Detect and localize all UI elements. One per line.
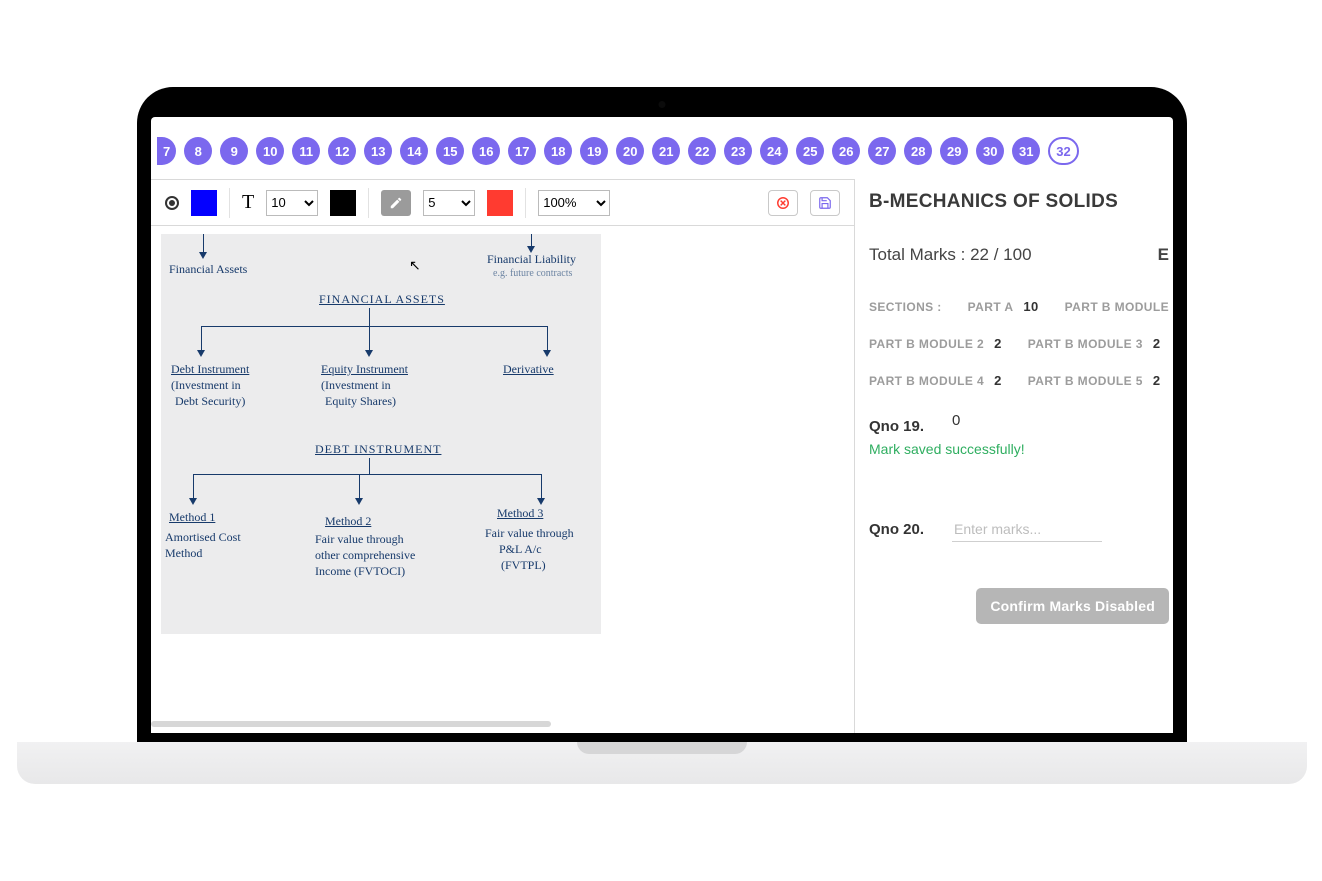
delete-button[interactable] bbox=[768, 190, 798, 216]
hw-text: Financial Liability bbox=[487, 252, 576, 267]
annotation-toolbar: T 8101214 1358 50%75%100%150% bbox=[151, 180, 854, 226]
page-pill-8[interactable]: 8 bbox=[184, 137, 212, 165]
page-pill-20[interactable]: 20 bbox=[616, 137, 644, 165]
hw-text: Method 1 bbox=[169, 510, 215, 525]
page-pill-16[interactable]: 16 bbox=[472, 137, 500, 165]
page-pill-25[interactable]: 25 bbox=[796, 137, 824, 165]
confirm-marks-button[interactable]: Confirm Marks Disabled bbox=[976, 588, 1169, 624]
page-pill-29[interactable]: 29 bbox=[940, 137, 968, 165]
section-item[interactable]: PART B MODULE 32 bbox=[1028, 336, 1161, 351]
section-item[interactable]: PART B MODULE 22 bbox=[869, 336, 1002, 351]
page-pill-12[interactable]: 12 bbox=[328, 137, 356, 165]
page-pill-11[interactable]: 11 bbox=[292, 137, 320, 165]
hw-text: other comprehensive bbox=[315, 548, 415, 563]
page-pill-31[interactable]: 31 bbox=[1012, 137, 1040, 165]
hw-text: Derivative bbox=[503, 362, 554, 377]
page-pill-22[interactable]: 22 bbox=[688, 137, 716, 165]
laptop-base bbox=[17, 742, 1307, 784]
color-swatch-primary[interactable] bbox=[191, 190, 217, 216]
page-pill-23[interactable]: 23 bbox=[724, 137, 752, 165]
annotation-area: T 8101214 1358 50%75%100%150% bbox=[151, 179, 855, 733]
section-item[interactable]: PART B MODULE 42 bbox=[869, 373, 1002, 388]
pencil-tool-icon[interactable] bbox=[381, 190, 411, 216]
page-pill-10[interactable]: 10 bbox=[256, 137, 284, 165]
hw-text: Fair value through bbox=[485, 526, 574, 541]
page-pill-28[interactable]: 28 bbox=[904, 137, 932, 165]
canvas-scroll[interactable]: Financial Assets Financial Liability e.g… bbox=[151, 226, 854, 733]
hw-text: Equity Shares) bbox=[325, 394, 396, 409]
stroke-size-select[interactable]: 1358 bbox=[423, 190, 475, 216]
save-success-message: Mark saved successfully! bbox=[869, 441, 1169, 457]
hw-text: Fair value through bbox=[315, 532, 404, 547]
section-item[interactable]: PART A10 bbox=[968, 299, 1039, 314]
hw-text: (Investment in bbox=[171, 378, 241, 393]
hw-text: Amortised Cost bbox=[165, 530, 241, 545]
question-label: Qno 20. bbox=[869, 521, 924, 538]
cursor-icon: ↖ bbox=[409, 258, 421, 275]
horizontal-scrollbar[interactable] bbox=[151, 719, 817, 729]
hw-text: (Investment in bbox=[321, 378, 391, 393]
hw-heading: FINANCIAL ASSETS bbox=[319, 292, 445, 307]
hw-text: Financial Assets bbox=[169, 262, 247, 277]
hw-text: Method 3 bbox=[497, 506, 543, 521]
total-marks: Total Marks : 22 / 100 bbox=[869, 245, 1032, 265]
color-swatch-stroke[interactable] bbox=[487, 190, 513, 216]
hw-text: Method bbox=[165, 546, 202, 561]
page-pill-19[interactable]: 19 bbox=[580, 137, 608, 165]
page-pill-21[interactable]: 21 bbox=[652, 137, 680, 165]
color-swatch-text[interactable] bbox=[330, 190, 356, 216]
page-pill-14[interactable]: 14 bbox=[400, 137, 428, 165]
marks-input[interactable] bbox=[952, 517, 1102, 542]
laptop-camera bbox=[659, 101, 666, 108]
marks-panel: B-MECHANICS OF SOLIDS Total Marks : 22 /… bbox=[855, 179, 1173, 733]
page-pill-13[interactable]: 13 bbox=[364, 137, 392, 165]
page-pill-27[interactable]: 27 bbox=[868, 137, 896, 165]
sections-label: SECTIONS : bbox=[869, 300, 942, 314]
hw-text: P&L A/c bbox=[499, 542, 542, 557]
page-pill-7[interactable]: 7 bbox=[157, 137, 176, 165]
page-pill-9[interactable]: 9 bbox=[220, 137, 248, 165]
section-item[interactable]: PART B MODULE 52 bbox=[1028, 373, 1161, 388]
zoom-select[interactable]: 50%75%100%150% bbox=[538, 190, 610, 216]
hw-text: Equity Instrument bbox=[321, 362, 408, 377]
page-pill-18[interactable]: 18 bbox=[544, 137, 572, 165]
page-pill-24[interactable]: 24 bbox=[760, 137, 788, 165]
question-value: 0 bbox=[952, 412, 960, 429]
answer-sheet: Financial Assets Financial Liability e.g… bbox=[161, 234, 601, 634]
course-title: B-MECHANICS OF SOLIDS bbox=[869, 191, 1169, 213]
hw-text: Debt Security) bbox=[175, 394, 245, 409]
section-item[interactable]: PART B MODULE bbox=[1065, 299, 1169, 314]
page-pill-26[interactable]: 26 bbox=[832, 137, 860, 165]
page-pill-15[interactable]: 15 bbox=[436, 137, 464, 165]
hw-text: Method 2 bbox=[325, 514, 371, 529]
text-tool-icon[interactable]: T bbox=[242, 191, 254, 214]
divider bbox=[229, 188, 230, 218]
page-pill-30[interactable]: 30 bbox=[976, 137, 1004, 165]
tool-radio[interactable] bbox=[165, 196, 179, 210]
page-pill-32[interactable]: 32 bbox=[1048, 137, 1078, 165]
hw-text: Debt Instrument bbox=[171, 362, 249, 377]
divider bbox=[368, 188, 369, 218]
edge-label: E bbox=[1158, 245, 1169, 265]
hw-text: Income (FVTOCI) bbox=[315, 564, 405, 579]
font-size-select[interactable]: 8101214 bbox=[266, 190, 318, 216]
question-label: Qno 19. bbox=[869, 418, 924, 435]
hw-heading: DEBT INSTRUMENT bbox=[315, 442, 441, 457]
hw-text: (FVTPL) bbox=[501, 558, 546, 573]
hw-text: e.g. future contracts bbox=[493, 268, 572, 279]
page-pill-17[interactable]: 17 bbox=[508, 137, 536, 165]
divider bbox=[525, 188, 526, 218]
page-number-row: 789 10 11 12 13 14 15 16 17 18 19 20 21 22 23 24 25 26 27 2… bbox=[151, 123, 1173, 179]
save-button[interactable] bbox=[810, 190, 840, 216]
